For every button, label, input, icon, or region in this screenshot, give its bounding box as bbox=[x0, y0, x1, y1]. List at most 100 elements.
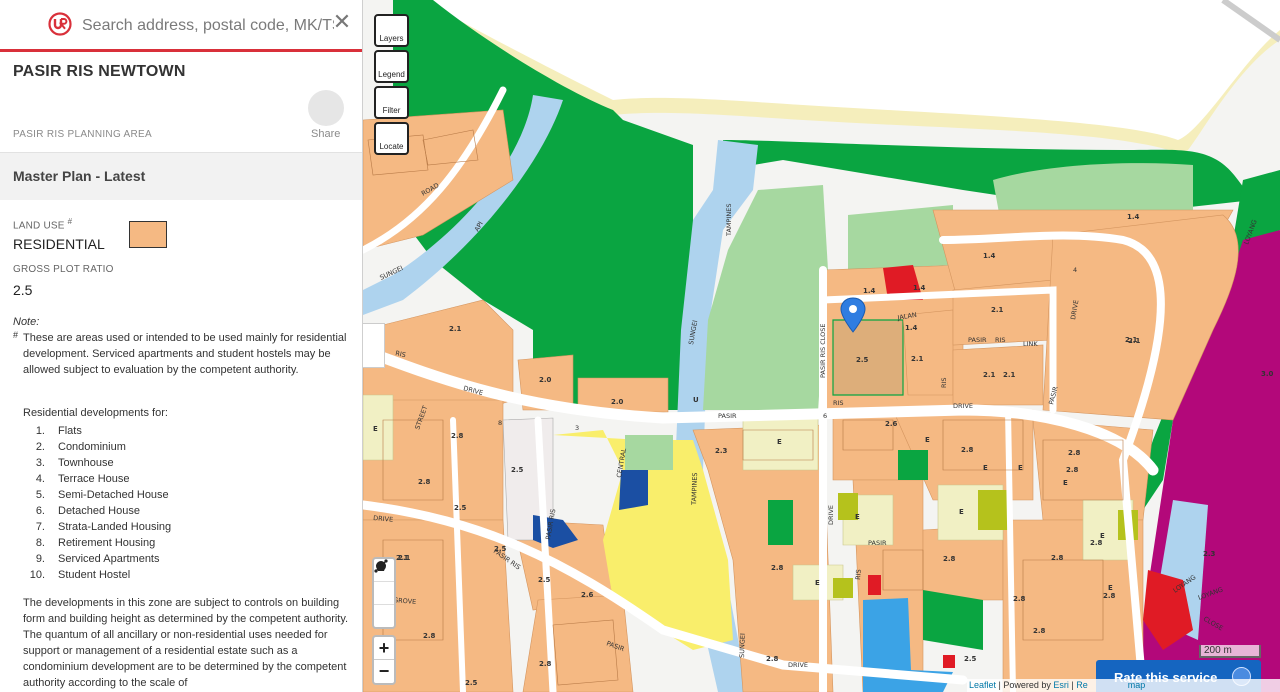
road-label-8: 8 bbox=[498, 419, 502, 427]
filter-button[interactable]: Filter bbox=[374, 86, 409, 119]
gross-plot-ratio-value: 2.5 bbox=[13, 282, 33, 298]
plot-ratio-label: 2.5 bbox=[454, 504, 467, 512]
sidebar-toggle-handle[interactable] bbox=[363, 323, 385, 368]
attribution-text: | Powered by bbox=[996, 680, 1054, 690]
ura-logo-icon[interactable] bbox=[48, 12, 72, 36]
master-plan-header[interactable]: Master Plan - Latest bbox=[0, 152, 362, 200]
residential-type-number: 1. bbox=[35, 425, 45, 437]
residential-type-item: 5. Semi-Detached House bbox=[23, 487, 171, 503]
close-icon[interactable]: ✕ bbox=[332, 11, 352, 34]
residential-type-number: 6. bbox=[35, 505, 45, 517]
plot-ratio-label: 2.8 bbox=[1068, 449, 1081, 457]
road-label-ris-2: RIS bbox=[995, 336, 1006, 344]
plot-ratio-label: 2.8 bbox=[1090, 539, 1103, 547]
plot-ratio-label: 1.4 bbox=[1127, 213, 1140, 221]
note-footnote-mark: # bbox=[13, 330, 19, 340]
plot-ratio-label: 2.8 bbox=[1033, 627, 1046, 635]
plot-ratio-label: 2.8 bbox=[771, 564, 784, 572]
residential-types-list: 1. Flats 2. Condominium 3. Townhouse 4. Terrace… bbox=[23, 423, 171, 583]
planning-area-label: PASIR RIS PLANNING AREA bbox=[13, 129, 152, 140]
attribution-tail: map bbox=[1127, 680, 1146, 690]
residential-type-item: 2. Condominium bbox=[23, 439, 171, 455]
zone-marker: E bbox=[1108, 584, 1113, 592]
residential-type-number: 8. bbox=[35, 537, 45, 549]
locate-button[interactable]: Locate bbox=[374, 122, 409, 155]
road-label-drive-6: DRIVE bbox=[788, 661, 808, 669]
share-icon[interactable] bbox=[308, 90, 344, 126]
land-use-label: LAND USE # bbox=[13, 217, 73, 232]
plot-ratio-label: 2.8 bbox=[766, 655, 779, 663]
legend-button[interactable]: Legend bbox=[374, 50, 409, 83]
residential-type-label: Townhouse bbox=[58, 457, 114, 469]
land-use-value: RESIDENTIAL bbox=[13, 236, 105, 252]
zone-marker: E bbox=[777, 438, 782, 446]
open-space-small bbox=[625, 435, 673, 470]
road-label-6: 6 bbox=[823, 412, 827, 420]
park-small-1 bbox=[898, 450, 928, 480]
residential-type-label: Flats bbox=[58, 425, 82, 437]
development-controls-text: The developments in this zone are subjec… bbox=[23, 597, 349, 689]
plot-ratio-label: 2.8 bbox=[961, 446, 974, 454]
search-input[interactable] bbox=[82, 12, 334, 40]
residential-type-item: 4. Terrace House bbox=[23, 471, 171, 487]
plot-ratio-label: 2.1 bbox=[911, 355, 924, 363]
residential-type-label: Strata-Landed Housing bbox=[58, 521, 172, 533]
zone-marker: E bbox=[1018, 464, 1023, 472]
residential-type-label: Serviced Apartments bbox=[58, 553, 160, 565]
scale-bar: 200 m bbox=[1199, 645, 1261, 658]
plot-ratio-label: 2.8 bbox=[539, 660, 552, 668]
residential-type-item: 9. Serviced Apartments bbox=[23, 551, 171, 567]
draw-circle-icon[interactable] bbox=[374, 561, 394, 628]
road-label-pasir-ris-close: PASIR RIS CLOSE bbox=[819, 324, 827, 378]
zone-marker: E bbox=[959, 508, 964, 516]
residential-type-number: 4. bbox=[35, 473, 45, 485]
map-attribution: Leaflet | Powered by Esri | Re map bbox=[967, 679, 1280, 692]
zone-marker: E bbox=[815, 579, 820, 587]
leaflet-link[interactable]: Leaflet bbox=[969, 680, 996, 690]
zone-marker: E bbox=[925, 436, 930, 444]
plot-ratio-label: 2.8 bbox=[1066, 466, 1079, 474]
gross-plot-ratio-label: GROSS PLOT RATIO bbox=[13, 264, 114, 275]
residential-type-label: Condominium bbox=[58, 441, 126, 453]
plot-ratio-label: 2.8 bbox=[943, 555, 956, 563]
share-button-label[interactable]: Share bbox=[311, 128, 340, 140]
plot-ratio-label: 1.4 bbox=[905, 324, 918, 332]
attribution-link[interactable]: Re bbox=[1076, 680, 1088, 690]
master-plan-title: Master Plan - Latest bbox=[13, 168, 146, 184]
land-use-footnote-mark: # bbox=[67, 217, 73, 226]
road-label-drive-4: DRIVE bbox=[827, 505, 835, 525]
road-label-tampines-2: TAMPINES bbox=[690, 472, 699, 506]
plot-ratio-label: 2.1 bbox=[983, 371, 996, 379]
residential-type-number: 7. bbox=[35, 521, 45, 533]
zoom-out-button[interactable]: − bbox=[374, 660, 394, 683]
plot-ratio-label: 2.0 bbox=[611, 398, 624, 406]
layers-button[interactable]: Layers bbox=[374, 14, 409, 47]
zone-marker: E bbox=[855, 513, 860, 521]
plot-ratio-label: 1.4 bbox=[863, 287, 876, 295]
plot-ratio-label: 2.5 bbox=[511, 466, 524, 474]
esri-link[interactable]: Esri bbox=[1053, 680, 1069, 690]
plot-ratio-label: 2.8 bbox=[451, 432, 464, 440]
road-label-pasir-4: PASIR bbox=[868, 539, 887, 547]
residential-type-number: 9. bbox=[35, 553, 45, 565]
plot-ratio-label: 2.5 bbox=[964, 655, 977, 663]
road-label-link: LINK bbox=[1023, 340, 1038, 348]
draw-polygon-icon[interactable] bbox=[374, 561, 394, 605]
road-label-drive-2: DRIVE bbox=[953, 402, 973, 410]
zone-marker: U bbox=[693, 396, 699, 404]
plot-ratio-label: 2.1 bbox=[1003, 371, 1016, 379]
plot-ratio-label: 2.1 bbox=[1125, 336, 1138, 344]
road-label-pasir-2: PASIR bbox=[968, 336, 987, 344]
note-label: Note: bbox=[13, 316, 40, 328]
residential-type-item: 6. Detached House bbox=[23, 503, 171, 519]
plot-ratio-label: 2.5 bbox=[856, 356, 869, 364]
residential-type-label: Semi-Detached House bbox=[58, 489, 169, 501]
sports-zone-4 bbox=[833, 578, 853, 598]
map-canvas[interactable]: API ROAD SUNGEI TAMPINES SUNGEI PASIR RI… bbox=[363, 0, 1280, 692]
search-bar: ✕ bbox=[0, 0, 362, 52]
residential-type-number: 10. bbox=[29, 569, 45, 581]
plot-ratio-label: 2.5 bbox=[494, 545, 507, 553]
master-plan-map[interactable]: API ROAD SUNGEI TAMPINES SUNGEI PASIR RI… bbox=[363, 0, 1280, 692]
plot-ratio-label: 2.8 bbox=[1051, 554, 1064, 562]
zoom-in-button[interactable]: + bbox=[374, 637, 394, 660]
